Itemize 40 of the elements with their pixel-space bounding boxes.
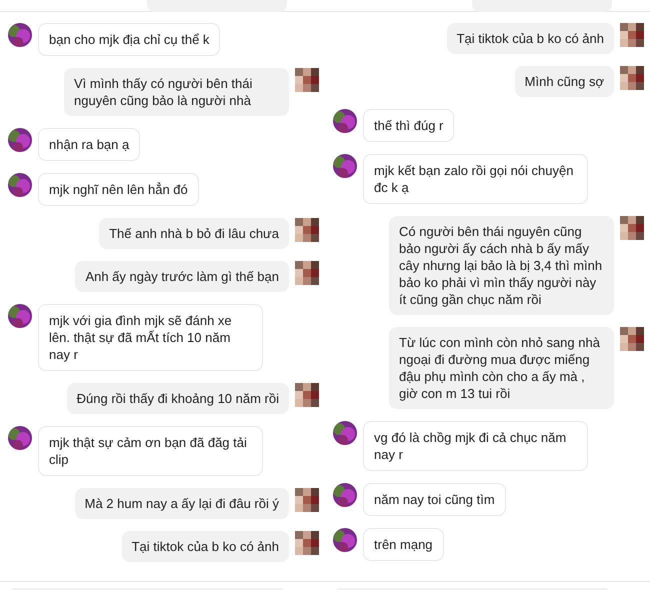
message-bubble: Tại tiktok của b ko có ảnh <box>446 23 614 54</box>
message-bubble: Vì mình thấy có người bên thái nguyên cũng bảo là người nhà <box>64 68 289 116</box>
message-bubble: Mình cũng sợ <box>514 66 614 97</box>
avatar <box>295 383 319 407</box>
message-bubble: mjk với gia đình mjk sẽ đánh xe lên. thật sự đã mẤt tích 10 năm nay r <box>38 304 263 371</box>
avatar <box>333 483 357 507</box>
message-bubble: năm nay toi cũng tìm <box>363 483 506 516</box>
message-bubble: nhận ra bạn ạ <box>38 128 140 161</box>
avatar <box>295 68 319 92</box>
avatar <box>620 23 644 47</box>
message-bubble: mjk nghĩ nên lên hẳn đó <box>38 173 199 206</box>
avatar <box>333 421 357 445</box>
message-bubble: Có người bên thái nguyên cũng bảo người ấy cách nhà b ấy mấy cây nhưng lại bảo là bị 3,4 thì mình bảo ko phải vì mìn thấy người này ít cũng gần chục năm rồi <box>389 216 614 315</box>
avatar <box>333 528 357 552</box>
avatar <box>8 304 32 328</box>
message-bubble: vg đó là chồg mjk đi cả chục năm nay r <box>363 421 588 471</box>
avatar <box>295 218 319 242</box>
message-bubble: trên mạng <box>363 528 444 561</box>
avatar <box>8 173 32 197</box>
avatar <box>8 128 32 152</box>
message-bubble: Đúng rồi thấy đi khoảng 10 năm rồi <box>66 383 289 414</box>
message-bubble: Thế anh nhà b bỏ đi lâu chưa <box>99 218 289 249</box>
message-bubble: thế thì đúg r <box>363 109 454 142</box>
avatar <box>295 488 319 512</box>
avatar <box>295 531 319 555</box>
avatar <box>620 216 644 240</box>
avatar <box>8 426 32 450</box>
avatar <box>333 109 357 133</box>
avatar <box>295 261 319 285</box>
avatar <box>620 66 644 90</box>
avatar <box>8 23 32 47</box>
message-bubble: Mà 2 hum nay a ấy lại đi đâu rồi ý <box>74 488 289 519</box>
message-bubble: Tại tiktok của b ko có ảnh <box>122 531 289 562</box>
message-bubble: Từ lúc con mình còn nhỏ sang nhà ngoại đi đường mua được miếng đậu phụ mình còn cho a ấy mà , giờ con m 13 tui rồi <box>389 327 614 409</box>
message-bubble: mjk thật sự cảm ơn bạn đã đăg tải clip <box>38 426 263 476</box>
avatar <box>333 154 357 178</box>
message-bubble: bạn cho mjk địa chỉ cụ thể k <box>38 23 220 56</box>
avatar <box>620 327 644 351</box>
message-bubble: Anh ấy ngày trước làm gì thế bạn <box>75 261 289 292</box>
message-bubble: mjk kết bạn zalo rồi gọi nói chuyện đc k ạ <box>363 154 588 204</box>
